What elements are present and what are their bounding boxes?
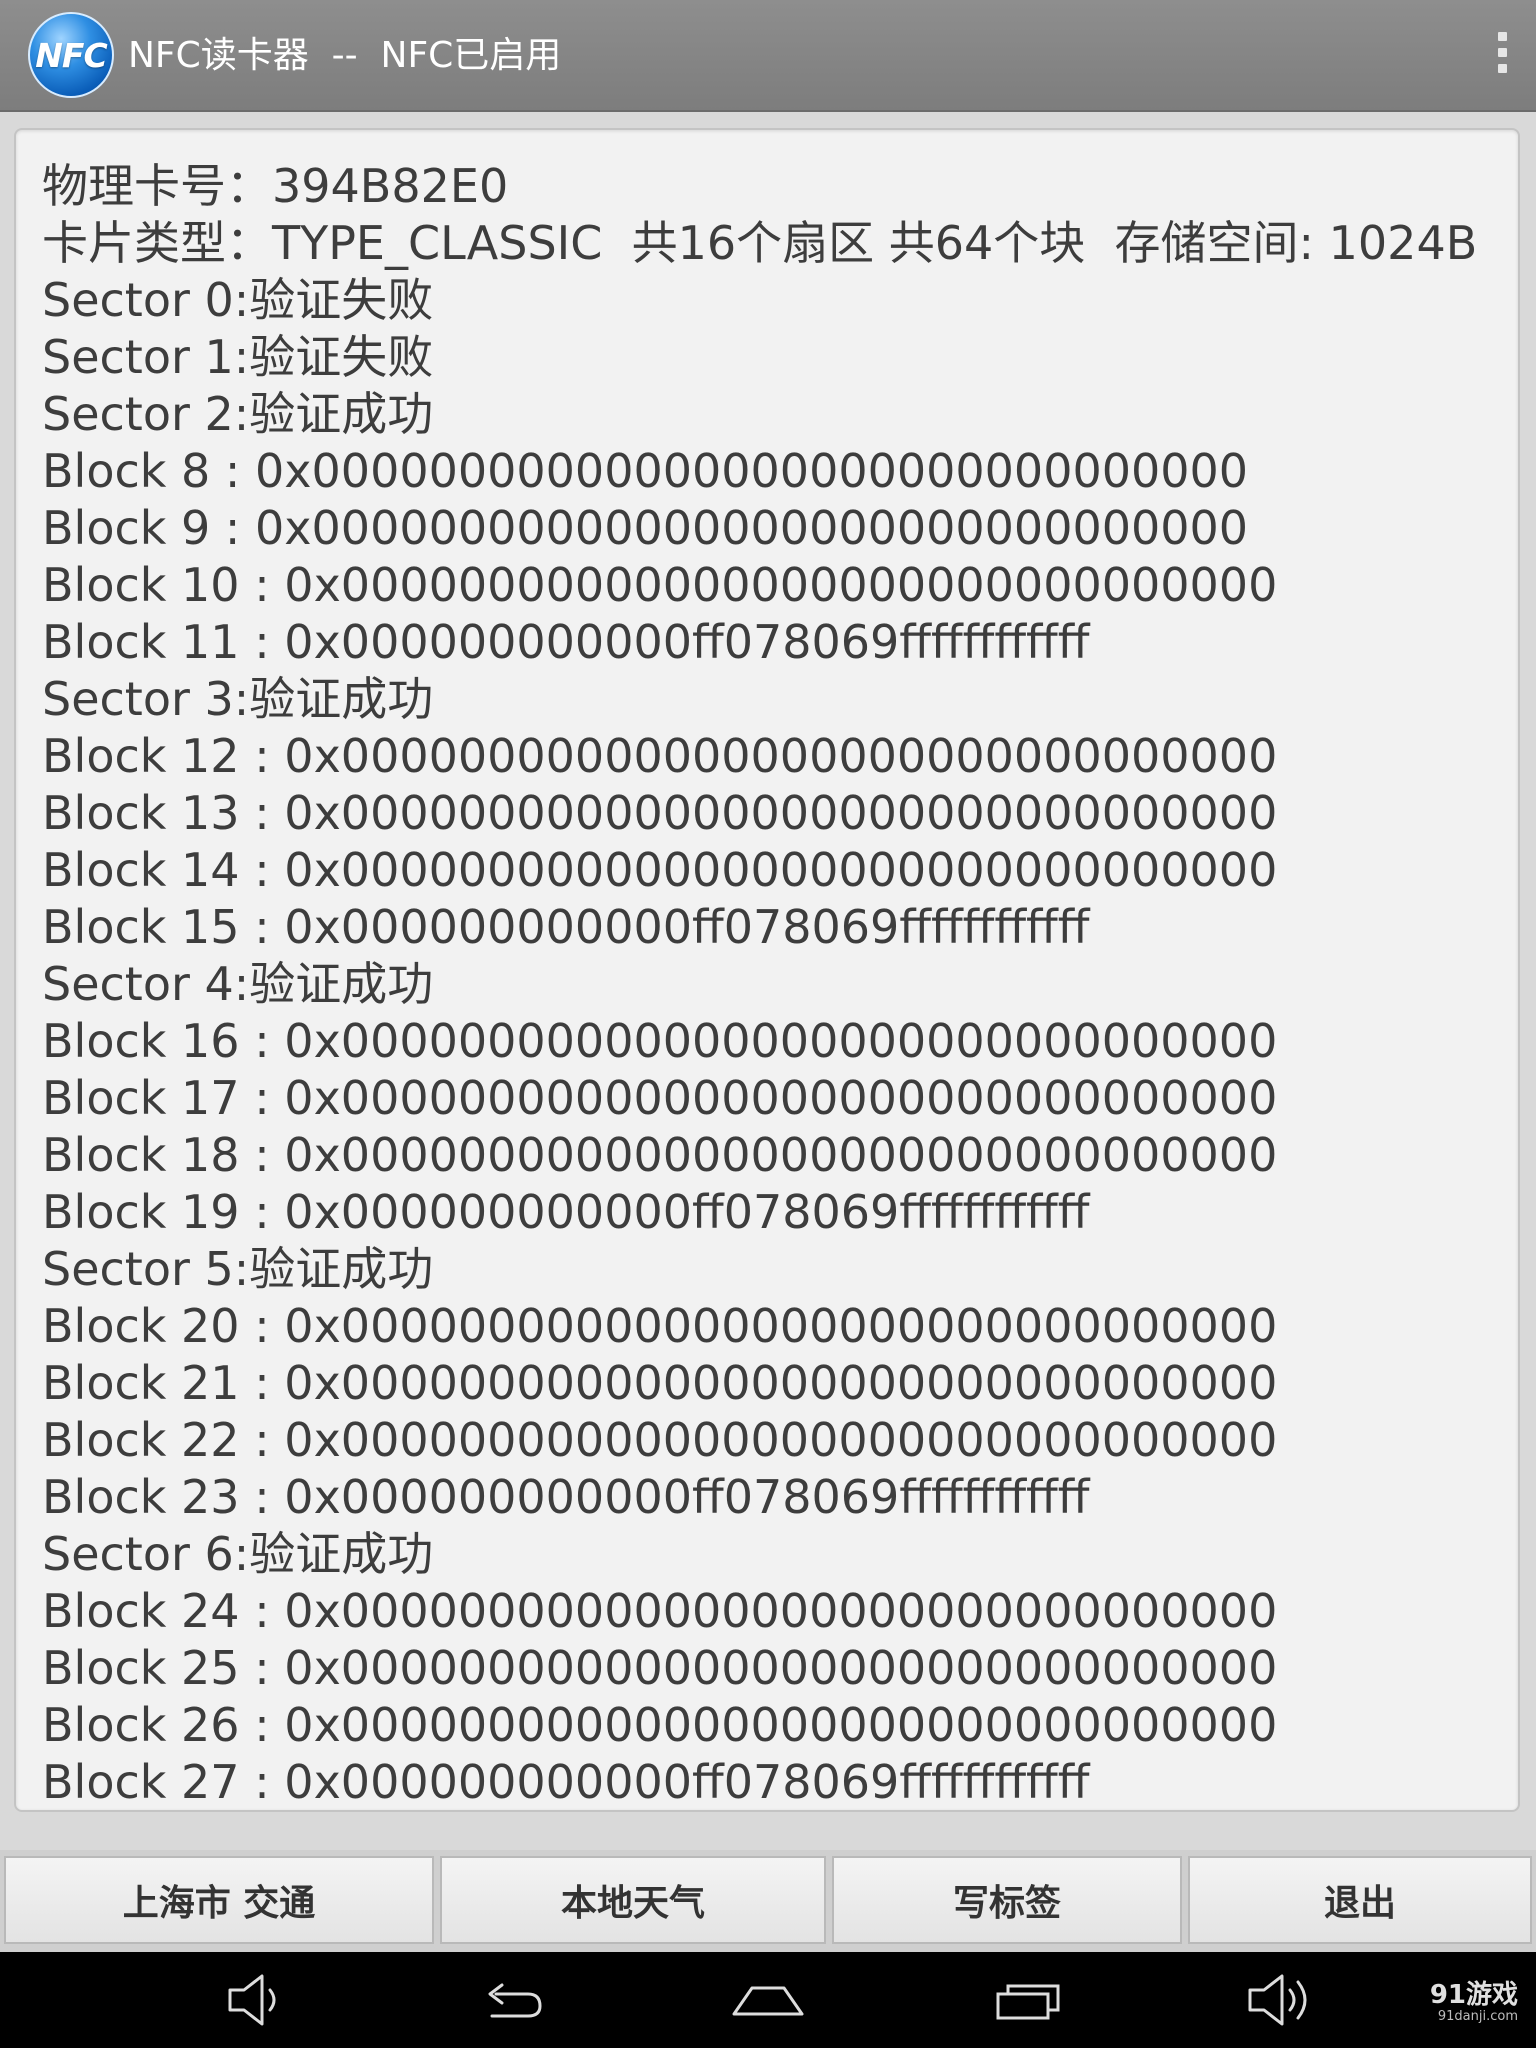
dump-line: Block 17 : 0x000000000000000000000000000… [42, 1071, 1278, 1125]
dump-line: Block 20 : 0x000000000000000000000000000… [42, 1299, 1278, 1353]
exit-button[interactable]: 退出 [1188, 1856, 1532, 1944]
dump-line: Block 11 : 0x000000000000ff078069fffffff… [42, 615, 1090, 669]
nfc-logo-text: NFC [35, 35, 107, 75]
watermark: 91游戏 91danji.com [1430, 1980, 1518, 2024]
app-title: NFC读卡器 -- NFC已启用 [128, 35, 562, 76]
dump-line: Block 10 : 0x000000000000000000000000000… [42, 558, 1278, 612]
dump-line: 物理卡号：394B82E0 [42, 159, 509, 213]
dump-line: Sector 3:验证成功 [42, 672, 434, 726]
back-icon[interactable] [478, 1972, 548, 2028]
dump-line: Block 16 : 0x000000000000000000000000000… [42, 1014, 1278, 1068]
dump-line: Block 19 : 0x000000000000ff078069fffffff… [42, 1185, 1090, 1239]
shanghai-transit-button[interactable]: 上海市 交通 [4, 1856, 434, 1944]
dump-line: Sector 2:验证成功 [42, 387, 434, 441]
dump-line: Block 12 : 0x000000000000000000000000000… [42, 729, 1278, 783]
recent-apps-icon[interactable] [994, 1972, 1062, 2028]
local-weather-button[interactable]: 本地天气 [440, 1856, 826, 1944]
dump-line: Block 8 : 0x0000000000000000000000000000… [42, 444, 1249, 498]
volume-up-icon[interactable] [1246, 1972, 1318, 2028]
dump-line: Block 24 : 0x000000000000000000000000000… [42, 1584, 1278, 1638]
action-bar: NFC NFC读卡器 -- NFC已启用 [0, 0, 1536, 112]
dump-line: Block 15 : 0x000000000000ff078069fffffff… [42, 900, 1090, 954]
home-icon[interactable] [730, 1972, 806, 2028]
dump-line: Sector 4:验证成功 [42, 957, 434, 1011]
dump-line: Sector 5:验证成功 [42, 1242, 434, 1296]
bottom-button-bar: 上海市 交通 本地天气 写标签 退出 [0, 1850, 1536, 1952]
dump-line: Block 25 : 0x000000000000000000000000000… [42, 1641, 1278, 1695]
dump-line: Block 26 : 0x000000000000000000000000000… [42, 1698, 1278, 1752]
dump-line: Block 13 : 0x000000000000000000000000000… [42, 786, 1278, 840]
dump-line: Block 21 : 0x000000000000000000000000000… [42, 1356, 1278, 1410]
dump-line: Block 18 : 0x000000000000000000000000000… [42, 1128, 1278, 1182]
card-info-panel[interactable]: 物理卡号：394B82E0 卡片类型：TYPE_CLASSIC 共16个扇区 共6… [14, 128, 1520, 1812]
dump-line: Sector 6:验证成功 [42, 1527, 434, 1581]
card-dump-text: 物理卡号：394B82E0 卡片类型：TYPE_CLASSIC 共16个扇区 共6… [42, 158, 1508, 1810]
watermark-sub: 91danji.com [1437, 2009, 1518, 2024]
dump-line: Sector 1:验证失败 [42, 330, 434, 384]
dump-line: Sector 0:验证失败 [42, 273, 434, 327]
dump-line: Block 14 : 0x000000000000000000000000000… [42, 843, 1278, 897]
write-tag-button[interactable]: 写标签 [832, 1856, 1182, 1944]
dump-line: 卡片类型：TYPE_CLASSIC 共16个扇区 共64个块 存储空间: 102… [42, 216, 1478, 270]
dump-line: Block 22 : 0x000000000000000000000000000… [42, 1413, 1278, 1467]
nfc-app-icon[interactable]: NFC [28, 12, 114, 98]
watermark-main: 91游戏 [1429, 1980, 1518, 2010]
overflow-menu-icon[interactable] [1490, 32, 1514, 80]
system-nav-bar [0, 1952, 1536, 2048]
dump-line: Block 9 : 0x0000000000000000000000000000… [42, 501, 1249, 555]
volume-down-icon[interactable] [226, 1972, 290, 2028]
dump-line: Block 23 : 0x000000000000ff078069fffffff… [42, 1470, 1090, 1524]
dump-line: Block 27 : 0x000000000000ff078069fffffff… [42, 1755, 1090, 1809]
